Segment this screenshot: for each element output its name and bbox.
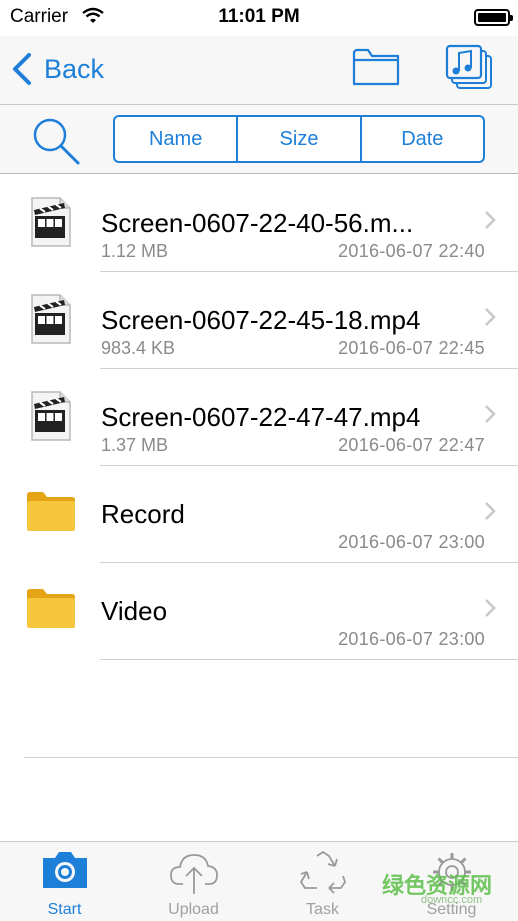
sort-size-button[interactable]: Size	[236, 117, 359, 161]
folder-name: Video	[101, 596, 168, 626]
status-bar: Carrier 11:01 PM	[0, 0, 518, 36]
battery-icon	[474, 9, 513, 26]
file-size: 1.12 MB	[101, 241, 169, 261]
tab-start-label: Start	[47, 901, 82, 918]
tab-task-label: Task	[306, 901, 339, 918]
video-file-icon	[26, 196, 72, 253]
search-icon[interactable]	[30, 115, 82, 172]
file-date: 2016-06-07 22:45	[338, 338, 485, 358]
file-date: 2016-06-07 22:47	[338, 435, 485, 455]
folder-row[interactable]: Record 2016-06-07 23:00	[0, 466, 518, 563]
sort-name-button[interactable]: Name	[115, 117, 236, 161]
watermark-url: downcc.com	[421, 894, 483, 906]
row-divider	[100, 659, 518, 660]
file-name: Screen-0607-22-47-47.mp4	[101, 402, 421, 432]
chevron-right-icon	[484, 501, 496, 526]
back-label: Back	[44, 53, 105, 84]
navigation-bar: Back	[0, 36, 518, 105]
back-button[interactable]: Back	[12, 52, 104, 86]
recycle-icon	[258, 850, 387, 896]
file-list: Screen-0607-22-40-56.m... 1.12 MB 2016-0…	[0, 175, 518, 660]
cloud-upload-icon	[129, 850, 258, 896]
file-row[interactable]: Screen-0607-22-40-56.m... 1.12 MB 2016-0…	[0, 175, 518, 272]
file-row[interactable]: Screen-0607-22-45-18.mp4 983.4 KB 2016-0…	[0, 272, 518, 369]
file-name: Screen-0607-22-45-18.mp4	[101, 305, 421, 335]
sort-bar: Name Size Date	[0, 105, 518, 174]
list-end-divider	[24, 757, 518, 758]
chevron-right-icon	[484, 210, 496, 235]
tab-start[interactable]: Start	[0, 842, 129, 921]
file-size: 1.37 MB	[101, 435, 169, 455]
sort-segmented-control: Name Size Date	[113, 115, 485, 163]
chevron-left-icon	[13, 53, 31, 85]
video-file-icon	[26, 293, 72, 350]
folder-icon	[26, 584, 76, 635]
chevron-right-icon	[484, 307, 496, 332]
chevron-right-icon	[484, 598, 496, 623]
music-files-icon[interactable]	[445, 44, 495, 97]
video-file-icon	[26, 390, 72, 447]
file-row[interactable]: Screen-0607-22-47-47.mp4 1.37 MB 2016-06…	[0, 369, 518, 466]
sort-date-button[interactable]: Date	[359, 117, 483, 161]
tab-task[interactable]: Task	[258, 842, 387, 921]
tab-upload[interactable]: Upload	[129, 842, 258, 921]
file-date: 2016-06-07 23:00	[338, 532, 485, 552]
clock: 11:01 PM	[218, 6, 300, 27]
file-size: 983.4 KB	[101, 338, 176, 358]
tab-upload-label: Upload	[168, 901, 219, 918]
file-name: Screen-0607-22-40-56.m...	[101, 208, 414, 238]
folder-icon[interactable]	[352, 46, 400, 91]
file-date: 2016-06-07 23:00	[338, 629, 485, 649]
file-date: 2016-06-07 22:40	[338, 241, 485, 261]
folder-row[interactable]: Video 2016-06-07 23:00	[0, 563, 518, 660]
chevron-right-icon	[484, 404, 496, 429]
folder-name: Record	[101, 499, 185, 529]
folder-icon	[26, 487, 76, 538]
camera-icon	[0, 850, 129, 890]
